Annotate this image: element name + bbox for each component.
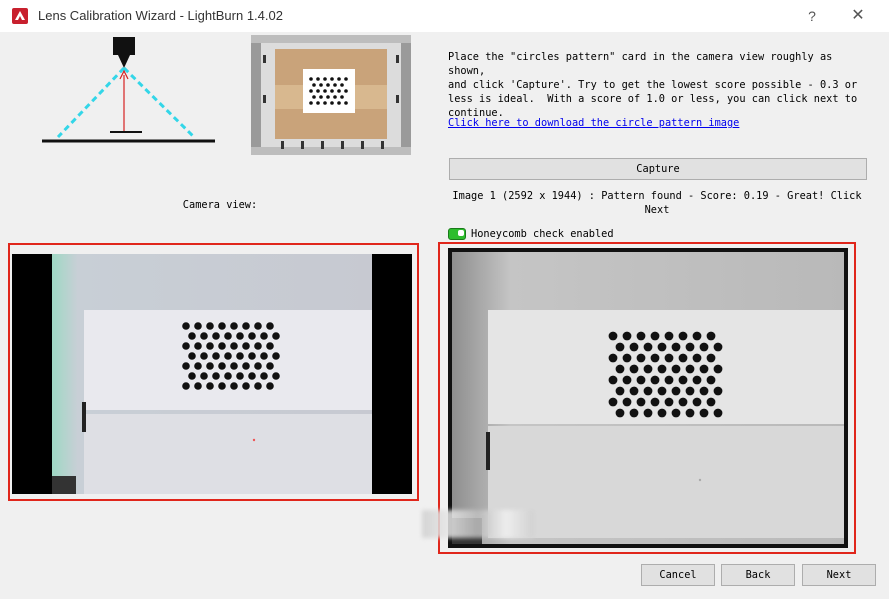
help-button[interactable]: ? — [800, 4, 824, 28]
example-setup-photo — [251, 35, 411, 155]
honeycomb-check[interactable]: Honeycomb check enabled — [448, 227, 614, 241]
honeycomb-label: Honeycomb check enabled — [471, 228, 614, 240]
capture-status: Image 1 (2592 x 1944) : Pattern found - … — [452, 190, 862, 216]
redacted-region — [422, 510, 534, 538]
title-bar[interactable]: Lens Calibration Wizard - LightBurn 1.4.… — [0, 0, 889, 32]
download-pattern-link[interactable]: Click here to download the circle patter… — [448, 117, 739, 129]
close-button[interactable]: ✕ — [846, 4, 870, 28]
honeycomb-toggle[interactable] — [448, 228, 466, 240]
cancel-button[interactable]: Cancel — [641, 564, 715, 586]
camera-view — [12, 254, 412, 494]
instructions-text: Place the "circles pattern" card in the … — [448, 51, 858, 119]
camera-setup-diagram — [42, 37, 215, 143]
camera-view-label: Camera view: — [182, 199, 258, 211]
capture-button[interactable]: Capture — [449, 158, 867, 180]
next-button[interactable]: Next — [802, 564, 876, 586]
lightburn-logo-icon — [12, 8, 28, 24]
undistorted-preview — [448, 248, 848, 548]
window-title: Lens Calibration Wizard - LightBurn 1.4.… — [38, 8, 283, 23]
back-button[interactable]: Back — [721, 564, 795, 586]
